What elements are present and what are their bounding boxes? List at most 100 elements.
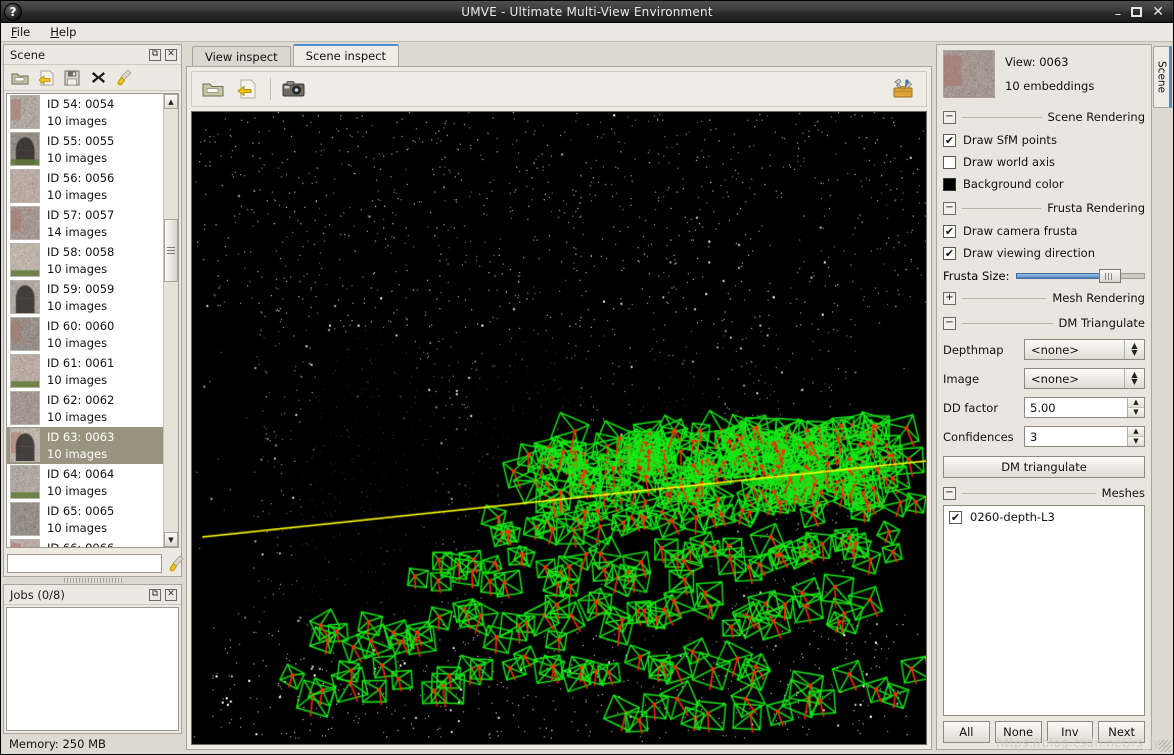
scene-filter-input[interactable] (7, 554, 162, 573)
dd-factor-row: DD factor 5.00 ▲ ▼ (943, 397, 1145, 418)
jobs-list[interactable] (6, 607, 179, 731)
broom-icon[interactable] (168, 554, 185, 573)
frusta-size-slider[interactable] (1016, 269, 1145, 283)
scene-list-scrollbar[interactable]: ▲ ▼ (163, 94, 178, 547)
view-image-count: 10 images (47, 335, 114, 352)
draw-camera-frusta-checkbox[interactable]: ✔ (943, 225, 956, 238)
menu-help[interactable]: Help (50, 25, 76, 39)
scene-list-item[interactable]: ID 56: 005610 images (7, 168, 163, 205)
meshes-expander[interactable]: − (943, 487, 956, 500)
scene-list-item-selected[interactable]: ID 63: 006310 images (7, 427, 163, 464)
dd-factor-increment-icon[interactable]: ▲ (1127, 398, 1144, 408)
clean-scene-icon[interactable] (114, 68, 134, 87)
jobs-panel-title: Jobs (0/8) (10, 588, 65, 602)
background-color-swatch[interactable] (943, 178, 956, 191)
jobs-panel-header: Jobs (0/8) ⧉ ✕ (4, 585, 181, 605)
mesh-visible-checkbox[interactable]: ✔ (949, 511, 962, 524)
draw-sfm-points-row[interactable]: ✔ Draw SfM points (943, 133, 1145, 147)
scene-3d-viewport[interactable] (191, 111, 927, 745)
vertical-tab-scene[interactable]: Scene (1153, 46, 1172, 108)
menu-file[interactable]: File (11, 25, 30, 39)
dm-triangulate-expander[interactable]: − (943, 317, 956, 330)
background-color-row[interactable]: Background color (943, 177, 1145, 191)
confidences-increment-icon[interactable]: ▲ (1127, 427, 1144, 437)
save-scene-icon[interactable] (62, 68, 82, 87)
dd-factor-value: 5.00 (1030, 401, 1056, 415)
scene-float-button[interactable]: ⧉ (149, 49, 161, 61)
scene-list-item[interactable]: ID 59: 005910 images (7, 279, 163, 316)
mesh-list[interactable]: ✔ 0260-depth-L3 (943, 505, 1145, 716)
image-combo[interactable]: <none> ▲▼ (1024, 368, 1145, 389)
scene-list-item[interactable]: ID 57: 005714 images (7, 205, 163, 242)
list-item[interactable]: ✔ 0260-depth-L3 (949, 510, 1139, 524)
view-id-label: ID 54: 0054 (47, 96, 114, 113)
section-dm-triangulate[interactable]: − DM Triangulate (943, 316, 1145, 330)
select-next-button[interactable]: Next (1098, 721, 1145, 743)
tab-view-inspect[interactable]: View inspect (192, 46, 291, 66)
scroll-down-button[interactable]: ▼ (164, 532, 178, 547)
minimize-button[interactable]: – (1115, 8, 1122, 21)
scroll-up-button[interactable]: ▲ (164, 94, 178, 109)
slider-handle[interactable] (1099, 269, 1121, 283)
jobs-float-button[interactable]: ⧉ (149, 589, 161, 601)
maximize-button[interactable] (1131, 7, 1142, 17)
point-cloud-canvas[interactable] (192, 112, 926, 744)
scene-list-item[interactable]: ID 61: 006110 images (7, 353, 163, 390)
view-thumbnail (10, 428, 40, 462)
dock-splitter[interactable] (3, 577, 182, 584)
reload-mesh-icon[interactable] (232, 75, 262, 103)
scene-view-toolbar (191, 71, 927, 107)
chevron-updown-icon[interactable]: ▲▼ (1124, 340, 1144, 359)
chevron-updown-icon[interactable]: ▲▼ (1124, 369, 1144, 388)
view-id-label: ID 61: 0061 (47, 355, 114, 372)
screenshot-icon[interactable] (279, 75, 309, 103)
jobs-close-button[interactable]: ✕ (165, 589, 177, 601)
resize-grip-icon[interactable] (1159, 740, 1171, 752)
section-frusta-rendering[interactable]: − Frusta Rendering (943, 201, 1145, 215)
scene-list-item[interactable]: ID 64: 006410 images (7, 464, 163, 501)
select-all-button[interactable]: All (943, 721, 990, 743)
dd-factor-spinbox[interactable]: 5.00 ▲ ▼ (1024, 397, 1145, 418)
scroll-track[interactable] (164, 109, 178, 532)
view-id-label: View: 0063 (1005, 55, 1094, 69)
dm-triangulate-button[interactable]: DM triangulate (943, 456, 1145, 478)
scene-list-item[interactable]: ID 60: 006010 images (7, 316, 163, 353)
section-meshes[interactable]: − Meshes (943, 486, 1145, 500)
title-bar: ? UMVE - Ultimate Multi-View Environment… (1, 1, 1173, 23)
scene-close-button[interactable]: ✕ (165, 49, 177, 61)
tab-scene-inspect[interactable]: Scene inspect (293, 44, 399, 66)
confidences-decrement-icon[interactable]: ▼ (1127, 437, 1144, 446)
scene-list[interactable]: ID 54: 005410 imagesID 55: 005510 images… (7, 94, 163, 547)
draw-viewing-direction-row[interactable]: ✔ Draw viewing direction (943, 246, 1145, 260)
dd-factor-decrement-icon[interactable]: ▼ (1127, 408, 1144, 417)
scene-list-item[interactable]: ID 62: 006210 images (7, 390, 163, 427)
scroll-thumb[interactable] (164, 219, 178, 282)
open-mesh-icon[interactable] (198, 75, 228, 103)
select-invert-button[interactable]: Inv (1047, 721, 1094, 743)
view-image-count: 10 images (47, 150, 114, 167)
select-none-button[interactable]: None (995, 721, 1042, 743)
mesh-rendering-title: Mesh Rendering (1052, 291, 1145, 305)
mesh-rendering-expander[interactable]: + (943, 292, 956, 305)
section-mesh-rendering[interactable]: + Mesh Rendering (943, 291, 1145, 305)
confidences-spinbox[interactable]: 3 ▲ ▼ (1024, 426, 1145, 447)
draw-world-axis-row[interactable]: Draw world axis (943, 155, 1145, 169)
draw-camera-frusta-row[interactable]: ✔ Draw camera frusta (943, 224, 1145, 238)
depthmap-combo[interactable]: <none> ▲▼ (1024, 339, 1145, 360)
section-scene-rendering[interactable]: − Scene Rendering (943, 110, 1145, 124)
open-scene-icon[interactable] (10, 68, 30, 87)
frusta-rendering-expander[interactable]: − (943, 202, 956, 215)
reload-scene-icon[interactable] (36, 68, 56, 87)
scene-list-item[interactable]: ID 54: 005410 images (7, 94, 163, 131)
draw-viewing-direction-checkbox[interactable]: ✔ (943, 247, 956, 260)
scene-rendering-expander[interactable]: − (943, 111, 956, 124)
scene-list-item[interactable]: ID 55: 005510 images (7, 131, 163, 168)
close-button[interactable]: ✕ (1152, 5, 1164, 19)
draw-sfm-points-checkbox[interactable]: ✔ (943, 134, 956, 147)
scene-list-item[interactable]: ID 65: 006510 images (7, 501, 163, 538)
toolbox-icon[interactable] (888, 75, 918, 103)
scene-list-item[interactable]: ID 66: 006614 images (7, 538, 163, 547)
scene-list-item[interactable]: ID 58: 005810 images (7, 242, 163, 279)
close-scene-icon[interactable] (88, 68, 108, 87)
draw-world-axis-checkbox[interactable] (943, 156, 956, 169)
